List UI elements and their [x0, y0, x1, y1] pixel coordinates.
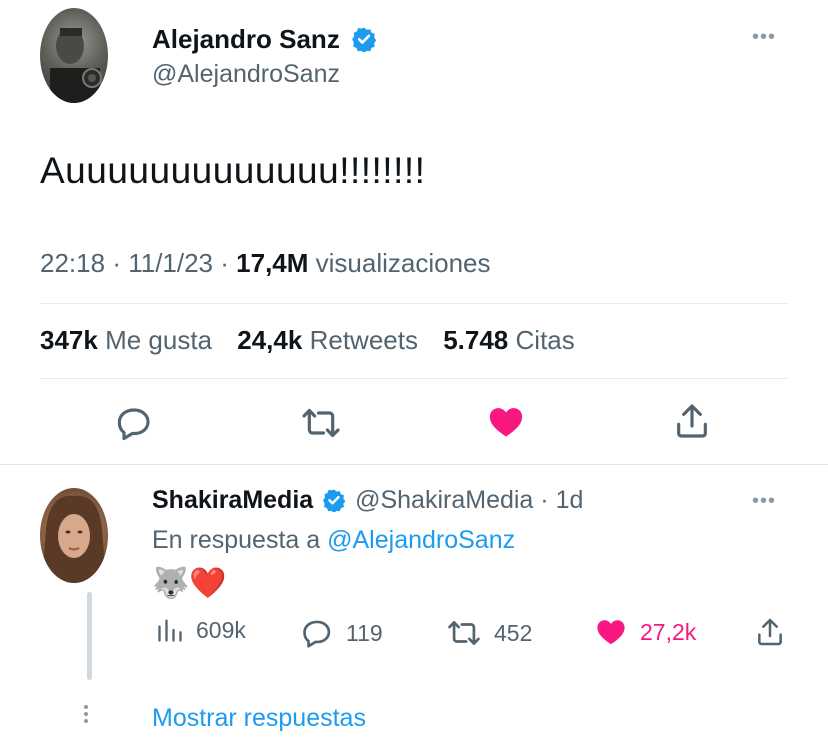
engagement-stats: 347k Me gusta 24,4k Retweets 5.748 Citas [40, 325, 575, 356]
reply-icon [303, 620, 331, 648]
divider [40, 378, 788, 379]
analytics-icon [158, 619, 182, 642]
reply-icon [117, 408, 150, 441]
more-options-icon[interactable]: ••• [752, 490, 776, 513]
meta-separator: · [112, 248, 129, 278]
quotes-count: 5.748 [443, 325, 509, 355]
reply-prefix: En respuesta a [152, 526, 321, 554]
author-name-text[interactable]: Alejandro Sanz [152, 24, 340, 54]
meta-separator: · [540, 486, 556, 514]
retweet-icon [302, 408, 340, 438]
share-button[interactable] [672, 401, 712, 446]
heart-icon [489, 408, 523, 437]
like-button[interactable]: 27,2k [594, 616, 696, 648]
replies-count: 119 [346, 619, 383, 646]
tweet-text: Auuuuuuuuuuuuu!!!!!!!! [40, 150, 426, 191]
retweets-stat[interactable]: 24,4k Retweets [237, 325, 418, 355]
likes-stat[interactable]: 347k Me gusta [40, 325, 212, 355]
divider [40, 303, 788, 304]
views-stat[interactable]: 609k [156, 616, 246, 644]
section-separator [0, 464, 828, 465]
thread-line [87, 592, 92, 680]
tweet-time[interactable]: 22:18 [40, 248, 105, 278]
verified-badge-icon [352, 27, 377, 53]
tweet-date[interactable]: 11/1/23 [128, 248, 213, 278]
share-icon [677, 404, 707, 438]
likes-label: Me gusta [105, 325, 213, 355]
author-name[interactable]: Alejandro Sanz [152, 24, 377, 55]
reply-author-handle[interactable]: @ShakiraMedia [355, 486, 533, 514]
quotes-label: Citas [515, 325, 575, 355]
retweet-button[interactable]: 452 [446, 616, 532, 650]
show-replies-link[interactable]: Mostrar respuestas [152, 704, 366, 733]
retweets-label: Retweets [309, 325, 418, 355]
reply-button[interactable] [114, 403, 154, 448]
likes-count: 347k [40, 325, 98, 355]
share-icon [758, 618, 782, 646]
author-handle[interactable]: @AlejandroSanz [152, 60, 340, 89]
author-avatar[interactable] [40, 8, 108, 103]
reply-to-link[interactable]: @AlejandroSanz [327, 526, 515, 554]
views-count: 609k [196, 616, 246, 643]
reply-age[interactable]: 1d [556, 486, 584, 514]
reply-button[interactable]: 119 [300, 616, 383, 650]
retweet-button[interactable] [300, 403, 342, 448]
likes-count: 27,2k [640, 618, 697, 645]
views-count: 17,4M [236, 248, 309, 278]
verified-badge-icon [323, 489, 346, 513]
reply-context: En respuesta a @AlejandroSanz [152, 526, 515, 555]
like-button[interactable] [486, 403, 526, 446]
heart-icon [597, 620, 625, 645]
share-button[interactable] [754, 616, 798, 648]
retweets-count: 452 [494, 619, 533, 646]
meta-separator: · [220, 248, 237, 278]
retweets-count: 24,4k [237, 325, 303, 355]
retweet-icon [448, 621, 480, 645]
reply-author-name[interactable]: ShakiraMedia [152, 486, 313, 514]
views-label: visualizaciones [315, 248, 491, 278]
tweet-meta: 22:18 · 11/1/23 · 17,4M visualizaciones [40, 248, 491, 279]
reply-header: ShakiraMedia @ShakiraMedia · 1d [152, 486, 583, 515]
reply-text: 🐺❤️ [152, 567, 227, 600]
more-options-icon[interactable]: ••• [752, 26, 776, 49]
reply-author-avatar[interactable] [40, 488, 108, 583]
quotes-stat[interactable]: 5.748 Citas [443, 325, 575, 355]
more-replies-dots-icon [84, 702, 92, 726]
